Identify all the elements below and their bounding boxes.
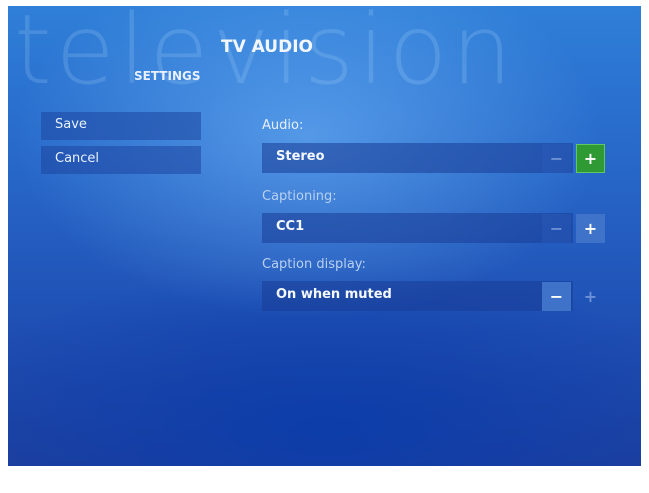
page-title: TV AUDIO [221,37,313,57]
captioning-decrease-button[interactable]: − [542,214,571,243]
caption-display-increase-button[interactable]: + [576,282,605,311]
cancel-button[interactable]: Cancel [41,146,201,174]
save-button[interactable]: Save [41,112,201,140]
audio-increase-button[interactable]: + [576,144,605,173]
captioning-increase-button[interactable]: + [576,214,605,243]
audio-decrease-button[interactable]: − [542,144,571,173]
media-center-screen: television TV AUDIO SETTINGS Save Cancel… [8,6,641,466]
audio-label: Audio: [262,118,304,133]
caption-display-value: On when muted [262,281,573,311]
page-subtitle: SETTINGS [134,69,201,83]
caption-display-label: Caption display: [262,257,366,272]
captioning-label: Captioning: [262,189,337,204]
caption-display-decrease-button[interactable]: − [542,282,571,311]
audio-value: Stereo [262,143,573,173]
captioning-value: CC1 [262,213,573,243]
